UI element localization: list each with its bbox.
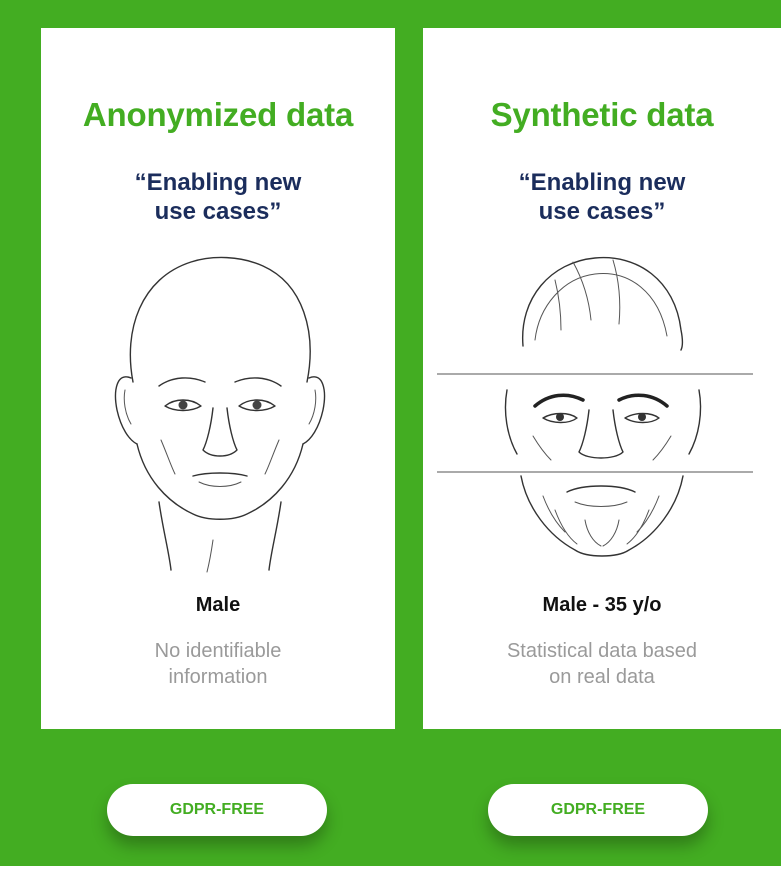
card-quote: “Enabling new use cases” [41,168,395,226]
card-title: Anonymized data [82,96,354,133]
synthetic-data-card: Synthetic data “Enabling new use cases” [423,28,781,729]
card-label: Male [195,594,241,616]
gdpr-free-button-anonymized[interactable]: GDPR-FREE [107,784,327,836]
quote-line-2: use cases” [538,198,666,225]
description-line-1: Statistical data based [506,640,698,662]
gdpr-free-button-synthetic[interactable]: GDPR-FREE [488,784,708,836]
card-description: Statistical data based on real data [423,638,781,690]
description-line-2: on real data [549,666,655,688]
description-line-1: No identifiable [154,640,282,662]
card-title: Synthetic data [490,96,714,133]
card-description: No identifiable information [41,638,395,690]
description-line-2: information [168,666,268,688]
bald-male-face-sketch-icon [41,240,395,580]
bearded-male-face-sketch-icon [423,240,781,580]
quote-line-1: “Enabling new [134,169,302,196]
card-label: Male - 35 y/o [542,594,662,616]
quote-line-2: use cases” [154,198,282,225]
card-quote: “Enabling new use cases” [423,168,781,226]
page: Anonymized data “Enabling new use cases” [0,0,781,883]
quote-line-1: “Enabling new [518,169,686,196]
anonymized-data-card: Anonymized data “Enabling new use cases” [41,28,395,729]
